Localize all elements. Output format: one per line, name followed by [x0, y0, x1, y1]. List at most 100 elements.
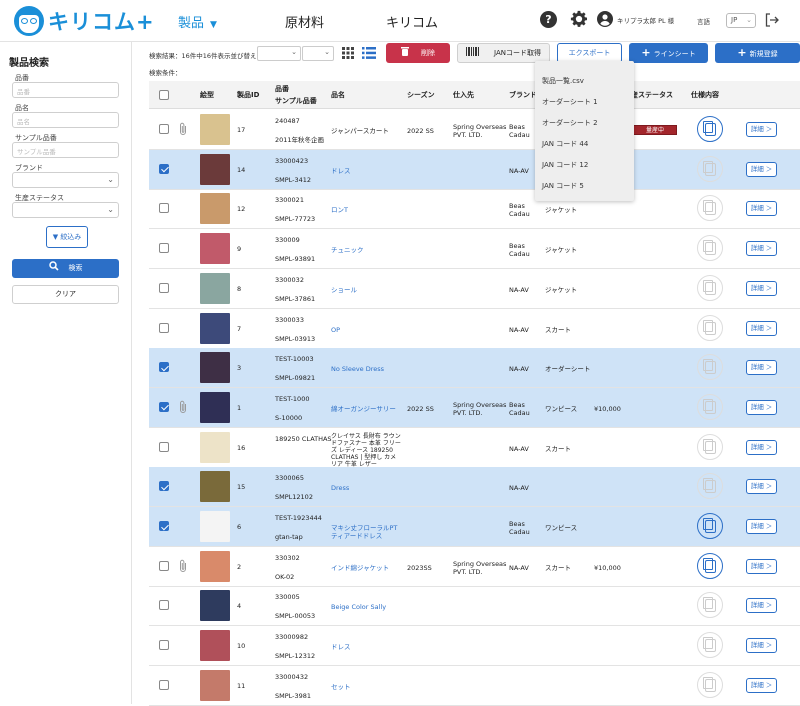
- nav-products[interactable]: 製品 ▼: [178, 12, 217, 31]
- product-name-link[interactable]: Beige Color Sally: [331, 603, 403, 611]
- table-row[interactable]: 1 TEST-1000 S-10000 綿オーガンジーサリー 2022 SS Spring…: [149, 387, 800, 428]
- spec-document-icon[interactable]: [697, 671, 723, 698]
- detail-button[interactable]: 詳細 ＞: [746, 360, 777, 376]
- export-item-order-sheet-1[interactable]: オーダーシート 1: [542, 97, 598, 107]
- detail-button[interactable]: 詳細 ＞: [746, 399, 777, 415]
- sort-select[interactable]: ⌄: [257, 46, 301, 61]
- brand-select[interactable]: ⌄: [12, 172, 119, 188]
- table-row[interactable]: 15 3300065 SMPL12102 Dress NA-AV 詳細 ＞: [149, 467, 800, 508]
- product-thumbnail[interactable]: [200, 669, 230, 701]
- spec-document-icon[interactable]: [697, 274, 723, 301]
- table-row[interactable]: 17 240487 2011年秋冬企画 ジャンパースカート 2022 SS Spring …: [149, 110, 800, 150]
- table-row[interactable]: 4 330005 SMPL-00053 Beige Color Sally 詳細 ＞: [149, 586, 800, 627]
- spec-document-icon[interactable]: [697, 473, 723, 500]
- paperclip-icon[interactable]: [178, 559, 188, 573]
- row-checkbox[interactable]: [159, 322, 169, 333]
- product-name-link[interactable]: ショール: [331, 286, 403, 294]
- row-checkbox[interactable]: [159, 362, 169, 373]
- product-thumbnail[interactable]: [200, 590, 230, 622]
- spec-document-icon[interactable]: [697, 552, 723, 579]
- spec-document-icon[interactable]: [697, 513, 723, 539]
- spec-document-icon[interactable]: [697, 632, 723, 659]
- export-item-order-sheet-2[interactable]: オーダーシート 2: [542, 118, 598, 128]
- table-row[interactable]: 12 3300021 SMPL-77723 ロンT Beas Cadau ジャケット 詳細 …: [149, 189, 800, 230]
- product-name-link[interactable]: No Sleeve Dress: [331, 365, 403, 373]
- detail-button[interactable]: 詳細 ＞: [746, 241, 777, 257]
- detail-button[interactable]: 詳細 ＞: [746, 280, 777, 296]
- product-thumbnail[interactable]: [200, 153, 230, 185]
- list-view-icon[interactable]: [362, 47, 376, 59]
- table-row[interactable]: 16 189250 CLATHAS クレイサス 長財布 ラウンドファスナー 本革 フ…: [149, 428, 800, 468]
- grid-view-icon[interactable]: [342, 47, 354, 59]
- row-checkbox[interactable]: [159, 124, 169, 134]
- product-thumbnail[interactable]: [200, 193, 230, 225]
- name-input[interactable]: 品名: [12, 112, 119, 128]
- delete-button[interactable]: 削除: [386, 43, 450, 63]
- product-thumbnail[interactable]: [200, 431, 230, 463]
- product-thumbnail[interactable]: [200, 114, 230, 145]
- detail-button[interactable]: 詳細 ＞: [746, 598, 777, 614]
- jan-code-button[interactable]: JANコード取得: [457, 43, 550, 63]
- code-input[interactable]: 品番: [12, 82, 119, 98]
- spec-document-icon[interactable]: [697, 155, 723, 182]
- row-checkbox[interactable]: [159, 521, 169, 531]
- product-name-link[interactable]: Dress: [331, 484, 403, 492]
- spec-document-icon[interactable]: [697, 592, 723, 619]
- row-checkbox[interactable]: [159, 441, 169, 452]
- table-row[interactable]: 10 33000982 SMPL-12312 ドレス 詳細 ＞: [149, 626, 800, 667]
- nav-kiricom[interactable]: キリコム: [386, 12, 438, 31]
- new-product-button[interactable]: + 新規登録: [715, 43, 800, 63]
- product-thumbnail[interactable]: [200, 550, 230, 582]
- product-thumbnail[interactable]: [200, 233, 230, 265]
- spec-document-icon[interactable]: [697, 433, 723, 460]
- paperclip-icon[interactable]: [178, 122, 188, 136]
- detail-button[interactable]: 詳細 ＞: [746, 122, 777, 137]
- product-name-link[interactable]: インド綿ジャケット: [331, 564, 403, 572]
- logo[interactable]: キリコム+: [14, 5, 155, 37]
- product-thumbnail[interactable]: [200, 391, 230, 423]
- linesheet-button[interactable]: + ラインシート: [629, 43, 708, 63]
- export-item-jan-5[interactable]: JAN コード 5: [542, 181, 584, 191]
- product-name-link[interactable]: ドレス: [331, 643, 403, 651]
- row-checkbox[interactable]: [159, 560, 169, 571]
- status-select[interactable]: ⌄: [12, 202, 119, 218]
- spec-document-icon[interactable]: [697, 393, 723, 420]
- product-thumbnail[interactable]: [200, 272, 230, 304]
- spec-document-icon[interactable]: [697, 314, 723, 341]
- table-row[interactable]: 8 3300032 SMPL-37861 ショール NA-AV ジャケット 詳細 ＞: [149, 269, 800, 309]
- detail-button[interactable]: 詳細 ＞: [746, 519, 777, 534]
- product-name-link[interactable]: OP: [331, 326, 403, 334]
- export-item-jan-12[interactable]: JAN コード 12: [542, 160, 588, 170]
- product-name-link[interactable]: マキシ丈フローラルPTティアードドレス: [331, 524, 403, 540]
- sort-order-select[interactable]: ⌄: [302, 46, 334, 61]
- nav-materials[interactable]: 原材料: [285, 12, 324, 31]
- user-name[interactable]: キリプラ太郎 PL 様: [617, 15, 674, 25]
- export-button[interactable]: エクスポート: [557, 43, 622, 63]
- table-row[interactable]: 3 TEST-10003 SMPL-09821 No Sleeve Dress NA-A…: [149, 348, 800, 389]
- detail-button[interactable]: 詳細 ＞: [746, 558, 777, 574]
- row-checkbox[interactable]: [159, 243, 169, 254]
- product-name-link[interactable]: 綿オーガンジーサリー: [331, 405, 403, 413]
- spec-document-icon[interactable]: [697, 354, 723, 381]
- row-checkbox[interactable]: [159, 640, 169, 651]
- narrow-button[interactable]: ▼ 絞込み: [46, 226, 88, 248]
- product-thumbnail[interactable]: [200, 312, 230, 344]
- product-name-link[interactable]: チュニック: [331, 246, 403, 254]
- product-name-link[interactable]: ロンT: [331, 206, 403, 214]
- row-checkbox[interactable]: [159, 600, 169, 611]
- row-checkbox[interactable]: [159, 282, 169, 293]
- detail-button[interactable]: 詳細 ＞: [746, 479, 777, 495]
- export-item-product-csv[interactable]: 製品一覧.csv: [542, 76, 584, 86]
- product-thumbnail[interactable]: [200, 630, 230, 662]
- row-checkbox[interactable]: [159, 481, 169, 492]
- question-circle-icon[interactable]: ?: [540, 11, 557, 28]
- table-row[interactable]: 6 TEST-1923444 gtan-tap マキシ丈フローラルPTティアードドレス…: [149, 507, 800, 547]
- table-row[interactable]: 7 3300033 SMPL-03913 OP NA-AV スカート 詳細 ＞: [149, 309, 800, 349]
- spec-document-icon[interactable]: [697, 235, 723, 262]
- detail-button[interactable]: 詳細 ＞: [746, 161, 777, 177]
- row-checkbox[interactable]: [159, 679, 169, 690]
- product-name-link[interactable]: ドレス: [331, 167, 403, 175]
- product-thumbnail[interactable]: [200, 352, 230, 384]
- detail-button[interactable]: 詳細 ＞: [746, 320, 777, 336]
- paperclip-icon[interactable]: [178, 400, 188, 414]
